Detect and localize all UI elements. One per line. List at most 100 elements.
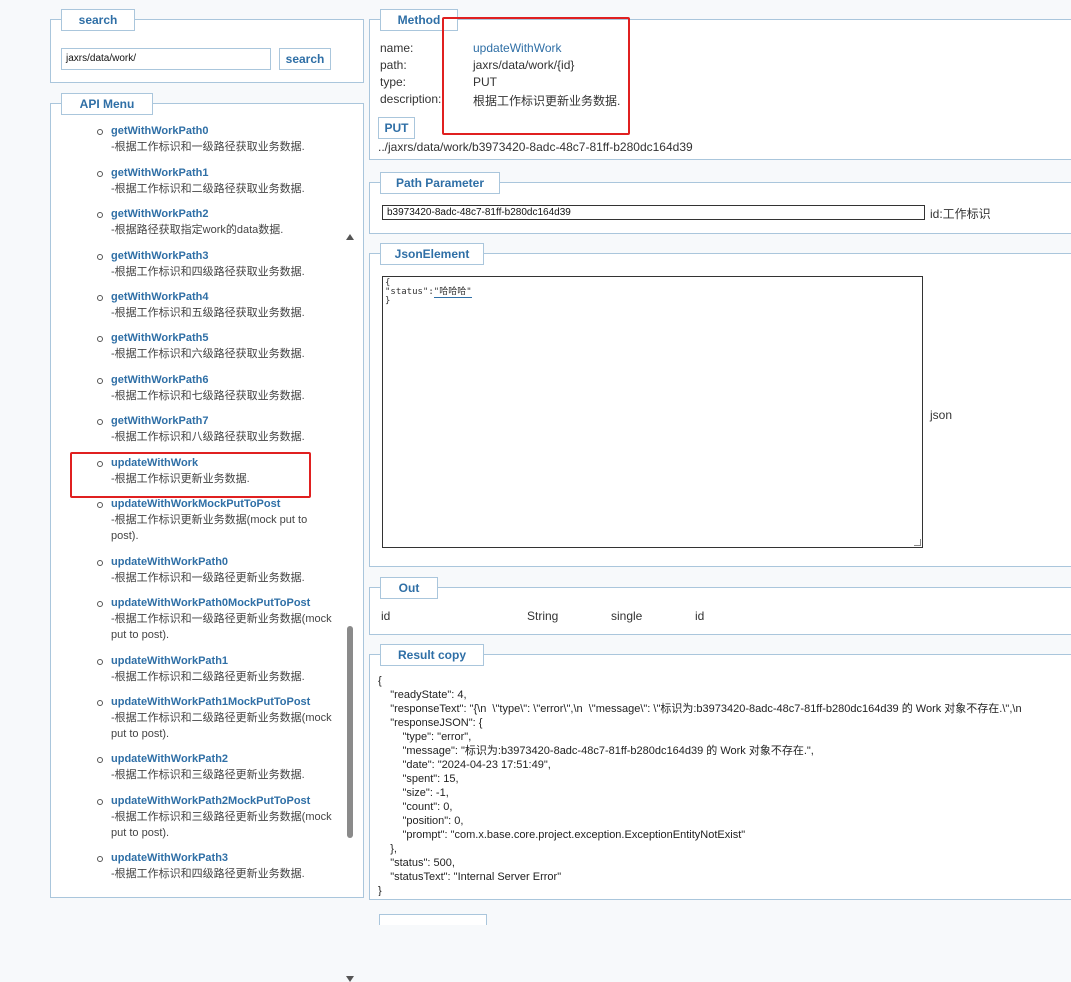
put-button[interactable]: PUT [378, 117, 415, 139]
menu-item-desc: -根据路径获取指定work的data数据. [111, 224, 284, 236]
menu-highlight-box [70, 452, 311, 498]
menu-item[interactable]: getWithWorkPath5 -根据工作标识和六级路径获取业务数据. [97, 331, 351, 362]
search-panel: search jaxrs/data/work/ search [50, 9, 364, 83]
menu-item[interactable]: updateWithWorkPath2 -根据工作标识和三级路径更新业务数据. [97, 752, 351, 783]
bullet-icon [97, 254, 103, 260]
menu-item[interactable]: getWithWorkPath3 -根据工作标识和四级路径获取业务数据. [97, 249, 351, 280]
out-field-multiplicity: single [611, 609, 643, 623]
menu-item-name[interactable]: updateWithWorkPath0 [111, 555, 351, 570]
menu-item[interactable]: updateWithWorkPath1 -根据工作标识和二级路径更新业务数据. [97, 654, 351, 685]
menu-item-name[interactable]: getWithWorkPath5 [111, 331, 351, 346]
result-body: { "readyState": 4, "responseText": "{\n … [378, 674, 1071, 896]
menu-item[interactable]: updateWithWorkPath1MockPutToPost -根据工作标识和… [97, 695, 336, 742]
request-url: ../jaxrs/data/work/b3973420-8adc-48c7-81… [378, 140, 693, 154]
menu-item-desc: -根据工作标识和一级路径获取业务数据. [111, 141, 305, 153]
bullet-icon [97, 856, 103, 862]
json-textarea[interactable]: { "status":"哈哈哈" } [382, 276, 923, 548]
menu-item[interactable]: getWithWorkPath7 -根据工作标识和八级路径获取业务数据. [97, 414, 351, 445]
menu-item[interactable]: updateWithWorkPath2MockPutToPost -根据工作标识和… [97, 794, 336, 841]
menu-item-desc: -根据工作标识和三级路径更新业务数据. [111, 769, 305, 781]
menu-item[interactable]: getWithWorkPath6 -根据工作标识和七级路径获取业务数据. [97, 373, 351, 404]
method-highlight-box [442, 17, 630, 135]
out-legend: Out [380, 577, 438, 599]
menu-item[interactable]: getWithWorkPath2 -根据路径获取指定work的data数据. [97, 207, 351, 238]
bullet-icon [97, 171, 103, 177]
bullet-icon [97, 757, 103, 763]
bullet-icon [97, 212, 103, 218]
api-menu-panel: API Menu getWithWorkPath0 -根据工作标识和一级路径获取业… [50, 93, 364, 982]
resize-handle-icon[interactable] [914, 539, 921, 546]
menu-item-name[interactable]: updateWithWorkPath2MockPutToPost [111, 794, 336, 809]
json-element-panel: JsonElement { "status":"哈哈哈" } json [369, 243, 1071, 567]
menu-item-desc: -根据工作标识和二级路径获取业务数据. [111, 183, 305, 195]
path-parameter-panel: Path Parameter b3973420-8adc-48c7-81ff-b… [369, 172, 1071, 234]
menu-item-name[interactable]: getWithWorkPath3 [111, 249, 351, 264]
menu-item-desc: -根据工作标识和六级路径获取业务数据. [111, 348, 305, 360]
path-parameter-label: id:工作标识 [930, 207, 991, 221]
menu-item-name[interactable]: getWithWorkPath6 [111, 373, 351, 388]
menu-item-name[interactable]: getWithWorkPath4 [111, 290, 351, 305]
json-label: json [930, 408, 953, 422]
menu-item[interactable]: updateWithWorkPath3 -根据工作标识和四级路径更新业务数据. [97, 851, 351, 882]
bullet-icon [97, 295, 103, 301]
json-value: "哈哈哈" [433, 287, 472, 298]
bullet-icon [97, 560, 103, 566]
bullet-icon [97, 419, 103, 425]
path-parameter-input[interactable]: b3973420-8adc-48c7-81ff-b280dc164d39 [382, 205, 925, 220]
result-legend: Result copy [380, 644, 484, 666]
menu-item[interactable]: updateWithWorkPath0 -根据工作标识和一级路径更新业务数据. [97, 555, 351, 586]
menu-item-name[interactable]: updateWithWorkPath1 [111, 654, 351, 669]
name-label: name: [380, 41, 414, 55]
type-label: type: [380, 75, 407, 89]
out-row: id String single id [381, 609, 1061, 625]
menu-item-name[interactable]: updateWithWorkPath2 [111, 752, 351, 767]
menu-item-desc: -根据工作标识和七级路径获取业务数据. [111, 390, 305, 402]
out-panel: Out id String single id [369, 577, 1071, 635]
scroll-down-icon[interactable] [346, 976, 354, 982]
bullet-icon [97, 700, 103, 706]
menu-scrollbar[interactable] [345, 230, 355, 982]
menu-item-name[interactable]: getWithWorkPath0 [111, 124, 351, 139]
menu-item-desc: -根据工作标识和二级路径更新业务数据. [111, 671, 305, 683]
search-button[interactable]: search [279, 48, 331, 70]
scroll-up-icon[interactable] [346, 234, 354, 240]
menu-item-desc: -根据工作标识和五级路径获取业务数据. [111, 307, 305, 319]
bullet-icon [97, 601, 103, 607]
bullet-icon [97, 799, 103, 805]
json-line-close: } [385, 296, 391, 306]
description-label: description: [380, 92, 442, 106]
scroll-thumb[interactable] [347, 626, 353, 838]
menu-item-desc: -根据工作标识更新业务数据(mock put to post). [111, 514, 308, 542]
api-menu-legend: API Menu [61, 93, 153, 115]
menu-item[interactable]: getWithWorkPath1 -根据工作标识和二级路径获取业务数据. [97, 166, 351, 197]
out-field-description: id [695, 609, 705, 623]
bullet-icon [97, 336, 103, 342]
result-panel: Result copy { "readyState": 4, "response… [369, 644, 1071, 900]
menu-item[interactable]: getWithWorkPath4 -根据工作标识和五级路径获取业务数据. [97, 290, 351, 321]
menu-item-desc: -根据工作标识和三级路径更新业务数据(mock put to post). [111, 811, 332, 839]
menu-item-name[interactable]: updateWithWorkMockPutToPost [111, 497, 336, 512]
menu-item[interactable]: updateWithWorkMockPutToPost -根据工作标识更新业务数据… [97, 497, 336, 544]
menu-item-name[interactable]: updateWithWorkPath1MockPutToPost [111, 695, 336, 710]
path-parameter-legend: Path Parameter [380, 172, 500, 194]
bullet-icon [97, 502, 103, 508]
menu-item-name[interactable]: getWithWorkPath1 [111, 166, 351, 181]
menu-item[interactable]: getWithWorkPath0 -根据工作标识和一级路径获取业务数据. [97, 124, 351, 155]
menu-item-name[interactable]: getWithWorkPath2 [111, 207, 351, 222]
json-key: "status": [385, 287, 434, 297]
menu-item[interactable]: updateWithWorkPath0MockPutToPost -根据工作标识和… [97, 596, 336, 643]
search-legend: search [61, 9, 135, 31]
menu-item-name[interactable]: updateWithWorkPath3 [111, 851, 351, 866]
json-line-status: "status":"哈哈哈" [385, 287, 920, 298]
menu-item-desc: -根据工作标识和一级路径更新业务数据. [111, 572, 305, 584]
menu-item-desc: -根据工作标识和四级路径更新业务数据. [111, 868, 305, 880]
bullet-icon [97, 659, 103, 665]
menu-item-name[interactable]: updateWithWorkPath0MockPutToPost [111, 596, 336, 611]
json-element-legend: JsonElement [380, 243, 484, 265]
next-panel-edge [379, 914, 487, 925]
menu-item-desc: -根据工作标识和四级路径获取业务数据. [111, 266, 305, 278]
path-label: path: [380, 58, 407, 72]
search-input[interactable]: jaxrs/data/work/ [61, 48, 271, 70]
bullet-icon [97, 378, 103, 384]
menu-item-name[interactable]: getWithWorkPath7 [111, 414, 351, 429]
